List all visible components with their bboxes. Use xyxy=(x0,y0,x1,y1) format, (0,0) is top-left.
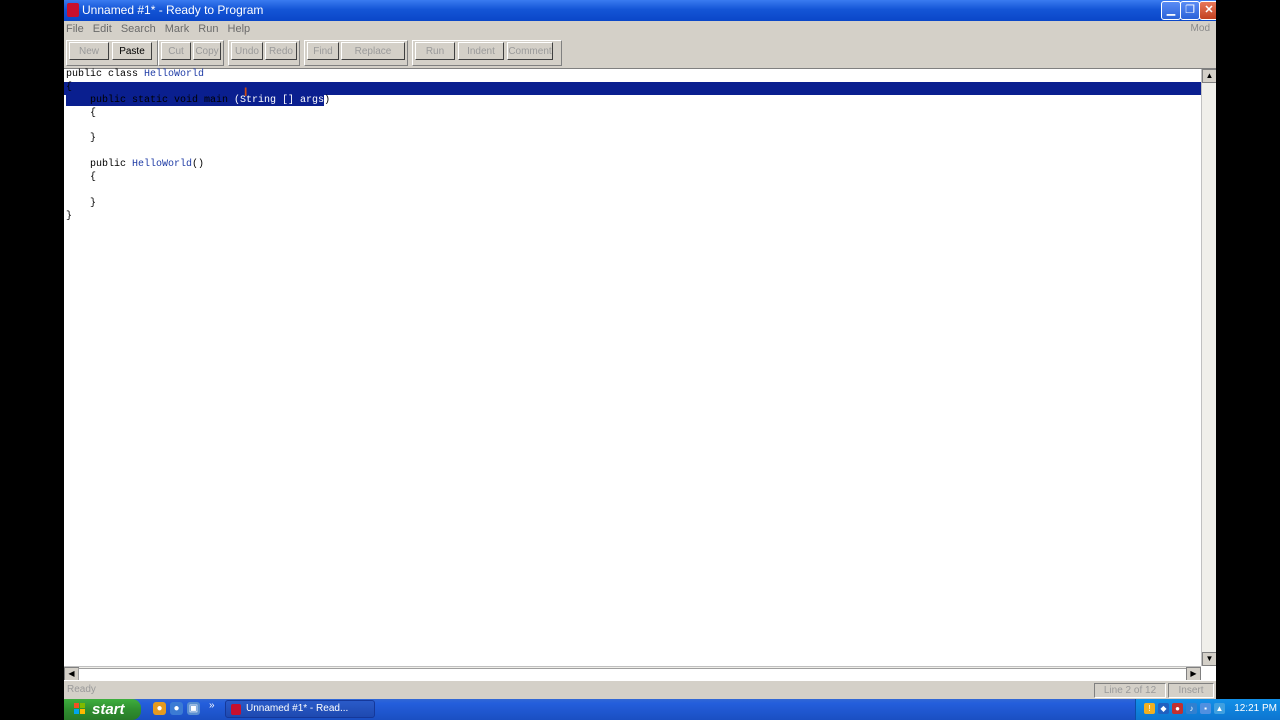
code-line[interactable]: } xyxy=(66,211,1201,224)
menu-bar: File Edit Search Mark Run Help Mod xyxy=(64,21,1216,37)
taskbar-item-label: Unnamed #1* - Read... xyxy=(246,703,349,714)
indent-button[interactable]: Indent xyxy=(458,42,504,60)
scroll-right-icon[interactable]: ▶ xyxy=(1186,667,1201,681)
ready-to-program-icon xyxy=(231,704,241,715)
find-button[interactable]: Find xyxy=(307,42,339,60)
status-line-position: Line 2 of 12 xyxy=(1094,683,1166,698)
menu-edit[interactable]: Edit xyxy=(93,23,112,35)
horizontal-scrollbar[interactable]: ◀ ▶ xyxy=(64,666,1201,681)
menu-run[interactable]: Run xyxy=(198,23,218,35)
quicklaunch-desktop-icon[interactable]: ▣ xyxy=(187,702,200,715)
minimize-button[interactable]: ▁ xyxy=(1161,1,1181,20)
title-bar[interactable]: Unnamed #1* - Ready to Program ▁ ❐ ✕ xyxy=(64,0,1216,21)
tray-network-icon[interactable]: ◆ xyxy=(1158,703,1169,714)
code-line[interactable] xyxy=(66,121,1201,134)
redo-button[interactable]: Redo xyxy=(265,42,297,60)
status-bar: Ready Line 2 of 12 Insert xyxy=(64,680,1216,699)
menu-mark[interactable]: Mark xyxy=(165,23,189,35)
cut-button[interactable]: Cut xyxy=(161,42,191,60)
menu-file[interactable]: File xyxy=(66,23,84,35)
start-button[interactable]: start xyxy=(64,699,141,720)
taskbar-item-ready-to-program[interactable]: Unnamed #1* - Read... xyxy=(225,700,375,718)
code-line[interactable]: { xyxy=(66,108,1201,121)
status-message: Ready xyxy=(67,684,96,695)
tray-display-icon[interactable]: ▪ xyxy=(1200,703,1211,714)
replace-button[interactable]: Replace xyxy=(341,42,405,60)
tray-volume-icon[interactable]: ♪ xyxy=(1186,703,1197,714)
comment-button[interactable]: Comment xyxy=(507,42,553,60)
code-line[interactable]: } xyxy=(66,133,1201,146)
quicklaunch-chevron-icon[interactable]: » xyxy=(209,699,215,713)
close-button[interactable]: ✕ xyxy=(1199,1,1216,20)
code-text[interactable]: public class HelloWorld { public static … xyxy=(64,69,1201,224)
code-line-partial-selection[interactable]: public static void main (String [] args) xyxy=(66,94,1201,108)
undo-button[interactable]: Undo xyxy=(231,42,263,60)
tray-alert-icon[interactable]: ! xyxy=(1144,703,1155,714)
code-line[interactable]: { xyxy=(66,172,1201,185)
scroll-up-icon[interactable]: ▲ xyxy=(1202,69,1216,83)
status-insert-mode: Insert xyxy=(1168,683,1214,698)
code-line[interactable] xyxy=(66,185,1201,198)
system-tray: ! ◆ ● ♪ ▪ ▲ 12:21 PM xyxy=(1135,699,1280,720)
menu-search[interactable]: Search xyxy=(121,23,156,35)
start-label: start xyxy=(92,701,125,718)
menu-help[interactable]: Help xyxy=(228,23,251,35)
tray-update-icon[interactable]: ▲ xyxy=(1214,703,1225,714)
paste-button[interactable]: Paste xyxy=(112,42,152,60)
windows-flag-icon xyxy=(74,703,86,715)
run-button[interactable]: Run xyxy=(415,42,455,60)
vertical-scrollbar[interactable]: ▲ ▼ xyxy=(1201,69,1216,666)
window-title: Unnamed #1* - Ready to Program xyxy=(82,3,264,17)
taskbar: start ● ● ▣ » Unnamed #1* - Read... ! ◆ … xyxy=(64,699,1280,720)
ready-to-program-icon[interactable] xyxy=(67,3,79,17)
scroll-left-icon[interactable]: ◀ xyxy=(64,667,79,681)
scroll-down-icon[interactable]: ▼ xyxy=(1202,652,1216,666)
copy-button[interactable]: Copy xyxy=(193,42,221,60)
quicklaunch-media-icon[interactable]: ● xyxy=(170,702,183,715)
code-editor[interactable]: public class HelloWorld { public static … xyxy=(64,69,1201,666)
toolbar: New Paste Cut Copy Undo Redo Find Replac… xyxy=(64,37,1216,69)
maximize-button[interactable]: ❐ xyxy=(1180,1,1200,20)
text-cursor-icon: I xyxy=(244,85,248,99)
new-button[interactable]: New xyxy=(69,42,109,60)
tray-security-icon[interactable]: ● xyxy=(1172,703,1183,714)
code-line[interactable]: public class HelloWorld xyxy=(66,69,1201,82)
code-line[interactable]: public HelloWorld() xyxy=(66,159,1201,172)
ready-to-program-window: Unnamed #1* - Ready to Program ▁ ❐ ✕ Fil… xyxy=(64,0,1216,699)
modified-indicator: Mod xyxy=(1190,23,1210,34)
taskbar-clock[interactable]: 12:21 PM xyxy=(1234,699,1277,718)
code-line[interactable] xyxy=(66,146,1201,159)
quicklaunch-browser-icon[interactable]: ● xyxy=(153,702,166,715)
code-line[interactable]: } xyxy=(66,198,1201,211)
code-line-selected[interactable]: { xyxy=(64,81,1201,95)
